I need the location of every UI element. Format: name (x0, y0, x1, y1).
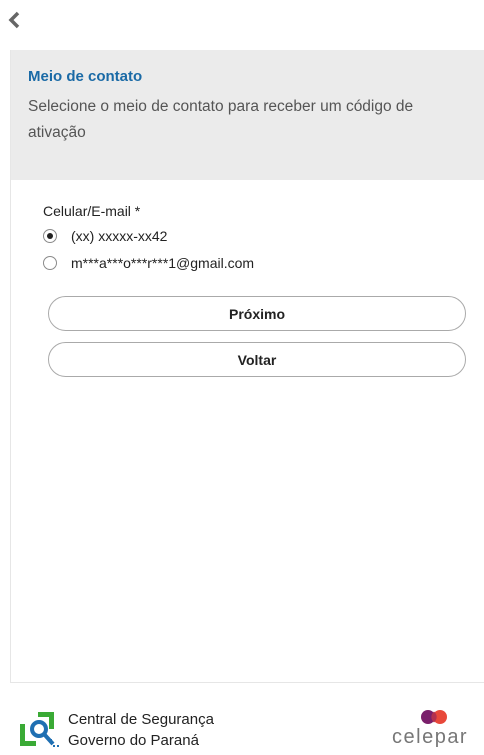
celepar-dots-icon (421, 710, 447, 724)
radio-email[interactable] (43, 256, 57, 270)
panel-title: Meio de contato (28, 68, 143, 85)
radio-option-email[interactable]: m***a***o***r***1@gmail.com (43, 255, 254, 271)
footer-line-1: Central de Segurança (68, 711, 214, 728)
panel-header: Meio de contato Selecione o meio de cont… (11, 50, 484, 180)
key-shield-icon (20, 712, 59, 747)
footer-text: Central de Segurança Governo do Paraná (68, 709, 214, 751)
contact-panel: Meio de contato Selecione o meio de cont… (10, 50, 484, 683)
central-seguranca-logo (20, 710, 62, 755)
celepar-wordmark: celepar (392, 726, 469, 748)
footer-line-2: Governo do Paraná (68, 732, 199, 749)
chevron-left-icon (8, 11, 20, 29)
panel-description: Selecione o meio de contato para receber… (28, 98, 414, 141)
contact-field-label: Celular/E-mail * (43, 203, 141, 219)
radio-phone[interactable] (43, 229, 57, 243)
next-button[interactable]: Próximo (48, 296, 466, 331)
radio-option-phone[interactable]: (xx) xxxxx-xx42 (43, 228, 167, 244)
back-form-button[interactable]: Voltar (48, 342, 466, 377)
radio-email-label: m***a***o***r***1@gmail.com (71, 255, 255, 271)
radio-phone-label: (xx) xxxxx-xx42 (71, 228, 168, 244)
back-button[interactable] (8, 10, 28, 30)
